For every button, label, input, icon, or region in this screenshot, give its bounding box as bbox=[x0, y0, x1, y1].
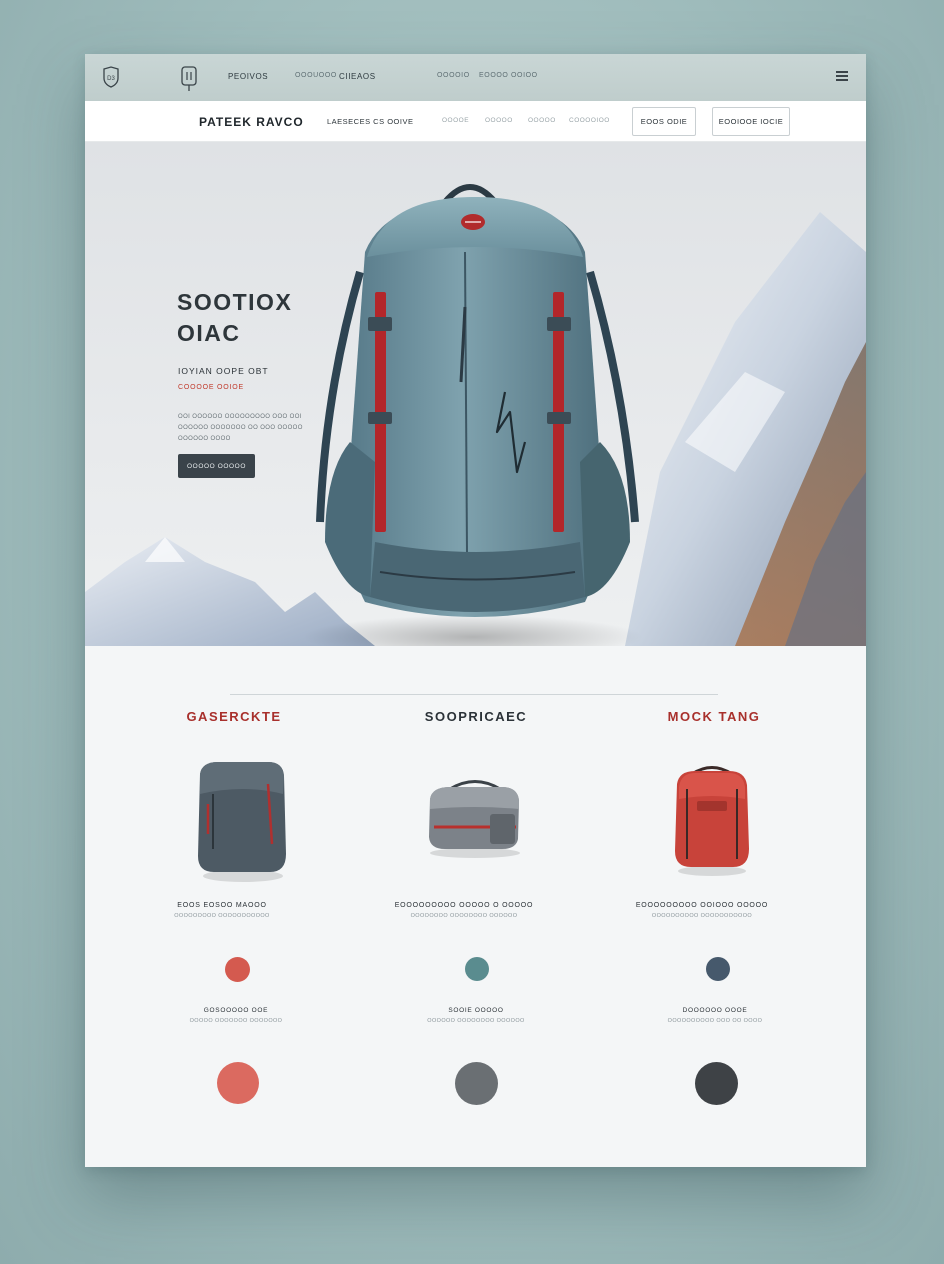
nav-bar: PATEEK RAVCO LAESECES CS OOIVE OOOOE OOO… bbox=[85, 101, 866, 142]
hero-tag: COOOOE OOIOE bbox=[178, 384, 244, 391]
product-meta-3: OOOOOOOOOO OOOOOOOOOOO bbox=[651, 913, 753, 919]
shield-logo-icon[interactable]: D3 bbox=[101, 66, 121, 88]
product-name-1[interactable]: EOOS EOSOO MAOOO bbox=[122, 902, 322, 909]
hero-cta-button[interactable]: OOOOO OOOOO bbox=[178, 454, 255, 478]
duffel-bag-image[interactable] bbox=[420, 769, 530, 859]
nav-link-4[interactable]: COOOOIOO bbox=[569, 117, 610, 124]
hero-desc-line: OOI OOOOOO OOOOOOOOO OOO OOI bbox=[178, 414, 302, 420]
hero-title: SOOTIOX OIAC bbox=[177, 287, 292, 349]
nav-link-1[interactable]: OOOOE bbox=[442, 117, 469, 124]
hero-subtitle: IOYIAN OOPE OBT bbox=[178, 366, 269, 376]
hamburger-menu-icon[interactable] bbox=[836, 71, 848, 81]
column-title-1[interactable]: GASERCKTE bbox=[134, 709, 334, 724]
color-swatch-1[interactable] bbox=[225, 957, 250, 982]
nav-link-2[interactable]: OOOOO bbox=[485, 117, 513, 124]
brand-name[interactable]: PATEEK RAVCO bbox=[199, 115, 304, 129]
tag-logo-icon[interactable] bbox=[180, 66, 198, 92]
page-frame: D3 PEOIVOS OOOUOOO CIIEAOS OOOOIO EOOOO … bbox=[85, 54, 866, 1167]
color-swatch-2[interactable] bbox=[465, 957, 489, 981]
top-link-1[interactable]: PEOIVOS bbox=[228, 72, 268, 81]
variant-thumb-3[interactable] bbox=[695, 1062, 738, 1105]
small-meta-1: OOOOO OOOOOOO OOOOOOO bbox=[189, 1018, 283, 1024]
red-backpack-image[interactable] bbox=[667, 759, 757, 879]
product-meta-1: OOOOOOOOO OOOOOOOOOOO bbox=[174, 913, 270, 919]
column-title-2[interactable]: SOOPRICAEC bbox=[376, 709, 576, 724]
svg-text:D3: D3 bbox=[107, 76, 115, 82]
small-meta-2: OOOOOO OOOOOOOO OOOOOO bbox=[427, 1018, 525, 1024]
nav-link-3[interactable]: OOOOO bbox=[528, 117, 556, 124]
product-meta-2: OOOOOOOO OOOOOOOO OOOOOO bbox=[410, 913, 518, 919]
small-name-3: DOOOOOO OOOE bbox=[682, 1007, 748, 1014]
top-link-5[interactable]: EOOOO OOIOO bbox=[479, 72, 538, 79]
hero-title-line2: OIAC bbox=[177, 320, 241, 346]
hero-title-line1: SOOTIOX bbox=[177, 289, 293, 315]
top-link-2[interactable]: OOOUOOO bbox=[295, 72, 337, 79]
section-divider bbox=[230, 694, 718, 695]
small-meta-3: OOOOOOOOOO OOO OO OOOO bbox=[667, 1018, 763, 1024]
hero-desc-line: OOOOOO OOOOOOO OO OOO OOOOO bbox=[178, 425, 303, 431]
product-name-3[interactable]: EOOOOOOOOO OOIOOO OOOOO bbox=[602, 902, 802, 909]
top-link-4[interactable]: OOOOIO bbox=[437, 72, 470, 79]
nav-button-1[interactable]: EOOS ODIE bbox=[632, 107, 696, 136]
hero-section: SOOTIOX OIAC IOYIAN OOPE OBT COOOOE OOIO… bbox=[85, 142, 866, 646]
hero-desc-line: OOOOOO OOOO bbox=[178, 436, 231, 442]
product-name-2[interactable]: EOOOOOOOOO OOOOO O OOOOO bbox=[364, 902, 564, 909]
small-name-2: SOOIE OOOOO bbox=[448, 1007, 504, 1014]
variant-thumb-2[interactable] bbox=[455, 1062, 498, 1105]
top-bar: D3 PEOIVOS OOOUOOO CIIEAOS OOOOIO EOOOO … bbox=[85, 54, 866, 101]
gray-backpack-image[interactable] bbox=[188, 754, 298, 884]
variant-thumb-1[interactable] bbox=[217, 1062, 259, 1104]
color-swatch-3[interactable] bbox=[706, 957, 730, 981]
hero-description: OOI OOOOOO OOOOOOOOO OOO OOI OOOOOO OOOO… bbox=[178, 412, 308, 445]
hero-illustration bbox=[85, 184, 866, 646]
small-name-1: GOSOOOOO OOE bbox=[203, 1007, 269, 1014]
nav-button-2[interactable]: EOOIOOE IOCIE bbox=[712, 107, 790, 136]
column-title-3[interactable]: MOCK TANG bbox=[614, 709, 814, 724]
backpack-hero-image bbox=[316, 184, 639, 617]
nav-link-main[interactable]: LAESECES CS OOIVE bbox=[327, 117, 413, 126]
top-link-3[interactable]: CIIEAOS bbox=[339, 72, 376, 81]
